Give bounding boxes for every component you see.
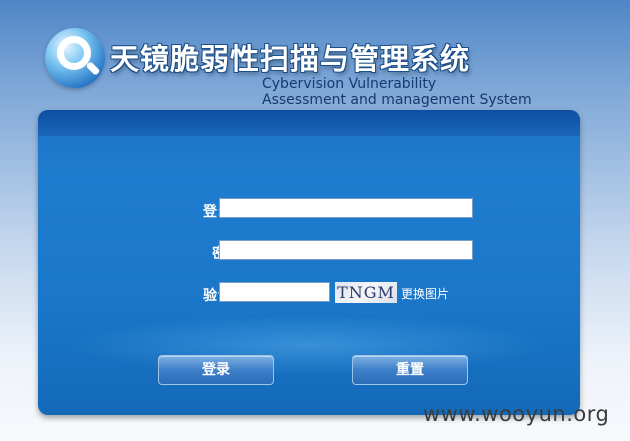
logo-icon	[45, 28, 105, 88]
app-title-cn: 天镜脆弱性扫描与管理系统	[110, 42, 471, 76]
password-input[interactable]	[219, 240, 473, 260]
change-image-link[interactable]: 更换图片	[401, 285, 449, 302]
captcha-input[interactable]	[219, 282, 330, 302]
username-input[interactable]	[219, 198, 473, 218]
login-button[interactable]: 登录	[158, 355, 274, 385]
username-row: 登录名	[38, 198, 580, 222]
login-panel: 登录名 密 码 验证码 TNGM 更换图片 登录 重置	[38, 110, 580, 415]
captcha-row: 验证码 TNGM 更换图片	[38, 282, 580, 306]
app-title-en-line1: Cybervision Vulnerability	[262, 76, 437, 92]
panel-sheen	[68, 315, 548, 375]
reset-button[interactable]: 重置	[352, 355, 468, 385]
app-title-en-line2: Assessment and management System	[262, 92, 532, 108]
captcha-image[interactable]: TNGM	[335, 282, 397, 303]
panel-header-bar	[38, 110, 580, 136]
watermark-text: www.wooyun.org	[423, 402, 610, 426]
password-row: 密 码	[38, 240, 580, 264]
magnifier-q-icon	[57, 36, 91, 70]
app-title-en: Cybervision Vulnerability Assessment and…	[262, 76, 532, 108]
